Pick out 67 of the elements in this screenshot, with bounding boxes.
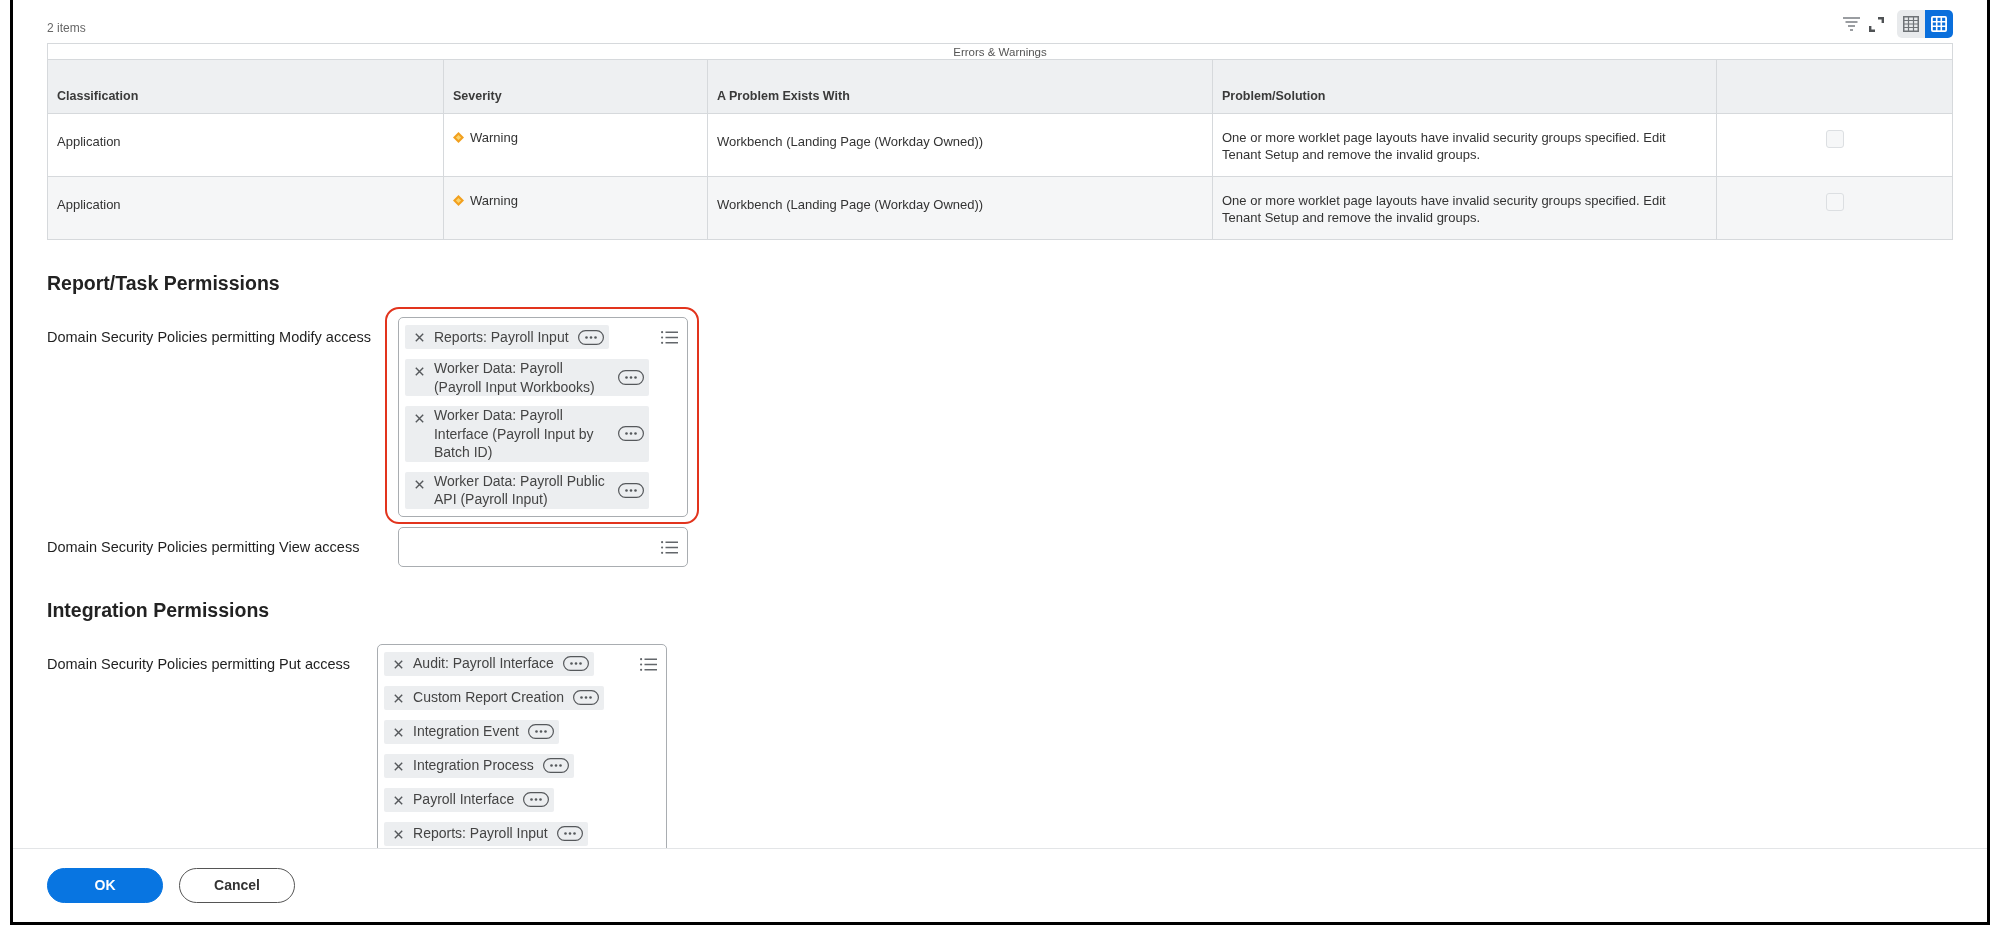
chip-label: Reports: Payroll Input [433,327,569,347]
section-heading: Integration Permissions [47,597,270,622]
warning-icon [453,195,464,206]
table-cell: Application [57,134,121,149]
close-icon[interactable] [414,479,424,489]
item-count: 2 items [47,21,86,35]
list-icon[interactable] [660,331,678,344]
chip-label: Worker Data: Payroll Interface (Payroll Input by Batch ID) [433,406,595,462]
close-icon[interactable] [394,693,403,703]
close-icon[interactable] [394,727,403,737]
expand-icon[interactable] [1869,16,1884,32]
multiselect-field[interactable] [397,526,688,567]
table-cell-text: One or more worklet page layouts have invalid security groups specified. Edit Tenant Setup and remove the invalid groups. [1222,192,1667,226]
table-cell: Application [57,197,121,212]
table-title: Errors & Warnings [953,44,1047,59]
checkbox[interactable] [1825,130,1844,148]
column-header: Severity [453,88,502,104]
ellipsis-icon[interactable] [562,656,589,671]
ellipsis-icon[interactable] [617,482,644,498]
multiselect-field[interactable]: Audit: Payroll Interface Custom Report Creation Integration Event Integration Process Payroll Interface Reports: Payroll Input [377,643,667,848]
close-icon[interactable] [414,333,424,342]
ellipsis-icon[interactable] [556,826,583,841]
chip-label: Integration Process [413,756,534,775]
ellipsis-icon[interactable] [617,370,644,385]
column-header: A Problem Exists With [717,88,850,104]
ellipsis-icon[interactable] [617,426,644,442]
field-label: Domain Security Policies permitting Modify access [47,328,371,347]
close-icon[interactable] [414,414,424,423]
warning-icon [453,132,464,143]
checkbox[interactable] [1825,193,1844,211]
field-label: Domain Security Policies permitting View access [47,537,360,557]
chip-label: Reports: Payroll Input [413,824,548,843]
chip-label: Payroll Interface [413,790,515,809]
ellipsis-icon[interactable] [577,329,604,345]
table-cell-text: One or more worklet page layouts have invalid security groups specified. Edit Tenant Setup and remove the invalid groups. [1222,129,1667,163]
table-cell: Workbench (Landing Page (Workday Owned)) [717,134,984,149]
primary-button[interactable]: OK [47,868,163,903]
close-icon[interactable] [394,829,403,839]
chip-label: Worker Data: Payroll Public API (Payroll Input) [433,471,606,509]
column-header: Problem/Solution [1222,88,1326,104]
ellipsis-icon[interactable] [542,758,569,773]
table-cell: Workbench (Landing Page (Workday Owned)) [717,197,984,212]
list-icon[interactable] [660,540,678,554]
list-icon[interactable] [640,657,657,671]
close-icon[interactable] [394,659,403,669]
chip-label: Custom Report Creation [413,688,564,707]
table-icon [1903,16,1919,32]
chip-label: Audit: Payroll Interface [413,654,554,673]
table-view-button[interactable] [1897,10,1925,38]
column-header: Classification [57,88,139,104]
section-heading: Report/Task Permissions [47,271,280,295]
close-icon[interactable] [394,795,403,805]
filter-icon[interactable] [1843,17,1860,31]
close-icon[interactable] [394,761,403,771]
ellipsis-icon[interactable] [527,724,554,739]
severity-label: Warning [470,192,518,209]
severity-label: Warning [470,129,518,146]
field-label: Domain Security Policies permitting Put access [47,654,350,674]
chip-label: Worker Data: Payroll (Payroll Input Workbooks) [433,359,596,396]
multiselect-field[interactable]: Reports: Payroll Input Worker Data: Payroll (Payroll Input Workbooks) Worker Data: Payroll Interface (Payroll Input by Batch ID) Worker Data: Payroll Public API (Payroll Input) [397,317,688,517]
grid-view-button[interactable] [1925,10,1953,38]
secondary-button[interactable]: Cancel [179,868,295,903]
ellipsis-icon[interactable] [523,792,550,807]
grid-icon [1931,16,1947,32]
ellipsis-icon[interactable] [572,690,599,705]
close-icon[interactable] [414,367,424,376]
chip-label: Integration Event [413,722,519,741]
